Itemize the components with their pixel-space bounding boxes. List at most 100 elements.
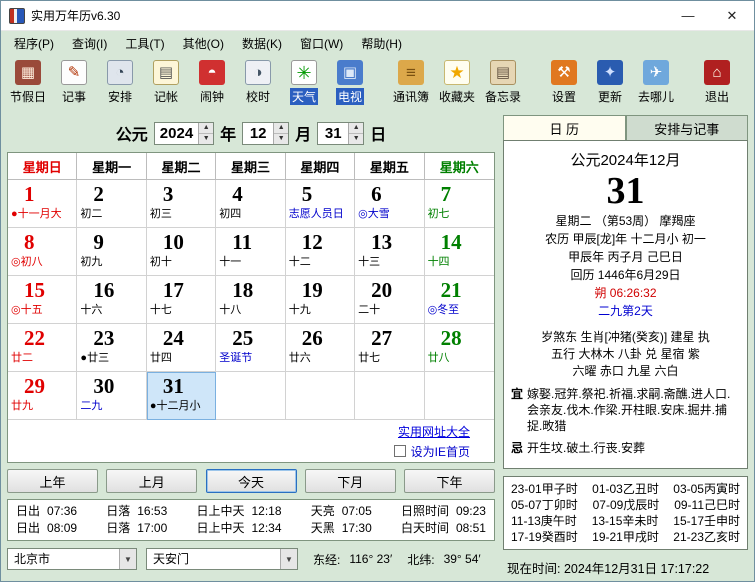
minimize-button[interactable]: — bbox=[666, 1, 710, 30]
day-cell-28[interactable]: 28 廿八 bbox=[424, 324, 494, 372]
weekday-header: 星期一 bbox=[77, 153, 147, 180]
contacts-button[interactable]: ≡ 通讯簿 bbox=[388, 58, 434, 105]
menu-item-1[interactable]: 程序(P) bbox=[5, 32, 63, 55]
sun-info-label: 日上中天 bbox=[196, 521, 245, 535]
day-spinner-buttons: ▲ ▼ bbox=[348, 122, 364, 144]
day-cell-9[interactable]: 9 初九 bbox=[77, 228, 147, 276]
day-cell-10[interactable]: 10 初十 bbox=[146, 228, 217, 276]
day-cell-17[interactable]: 17 十七 bbox=[146, 276, 217, 324]
update-button[interactable]: ✦ 更新 bbox=[587, 58, 633, 105]
place-dropdown-arrow-icon: ▼ bbox=[280, 549, 297, 569]
day-cell-7[interactable]: 7 初七 bbox=[424, 180, 494, 228]
day-cell-29[interactable]: 29 廿九 bbox=[8, 372, 78, 420]
year-down-button[interactable]: ▼ bbox=[199, 133, 214, 144]
day-cell-27[interactable]: 27 廿七 bbox=[355, 324, 425, 372]
alarm-button[interactable]: ◓ 闹钟 bbox=[189, 58, 235, 105]
calendar-grid: 星期日 星期一 星期二 星期三 星期四 星期五 星期六 1 ●十一月大 2 初二 3 初三 4 初四 5 志愿人… bbox=[8, 153, 494, 420]
day-cell-15[interactable]: 15 ◎十五 bbox=[8, 276, 78, 324]
day-cell-18[interactable]: 18 十八 bbox=[216, 276, 286, 324]
url-collection-link[interactable]: 实用网址大全 bbox=[398, 423, 470, 440]
settings-button[interactable]: ⚒ 设置 bbox=[541, 58, 587, 105]
day-cell-13[interactable]: 13 十三 bbox=[355, 228, 425, 276]
prev-year-button[interactable]: 上年 bbox=[7, 469, 98, 493]
next-month-button[interactable]: 下月 bbox=[304, 469, 396, 493]
menu-item-2[interactable]: 查询(I) bbox=[63, 32, 116, 55]
exit-button[interactable]: ⌂ 退出 bbox=[694, 58, 740, 105]
sun-info-item: 日出 07:36 bbox=[16, 503, 77, 520]
day-cell-5[interactable]: 5 志愿人员日 bbox=[285, 180, 356, 228]
day-cell-31[interactable]: 31 ●十二月小 bbox=[146, 372, 217, 420]
day-cell-16[interactable]: 16 十六 bbox=[77, 276, 147, 324]
month-down-button[interactable]: ▼ bbox=[274, 133, 289, 144]
city-select-value: 北京市 bbox=[14, 552, 51, 566]
hour-cell: 03-05丙寅时 bbox=[673, 482, 740, 496]
prev-month-button[interactable]: 上月 bbox=[106, 469, 198, 493]
day-sublabel: 十七 bbox=[149, 304, 172, 316]
month-input[interactable]: 12 bbox=[243, 123, 273, 144]
year-input[interactable]: 2024 bbox=[155, 123, 198, 144]
day-input[interactable]: 31 bbox=[318, 123, 348, 144]
contacts-label: 通讯簿 bbox=[392, 90, 429, 104]
holiday-button[interactable]: ▦ 节假日 bbox=[5, 58, 51, 105]
alarm-icon: ◓ bbox=[199, 60, 225, 85]
month-up-button[interactable]: ▲ bbox=[274, 122, 289, 134]
location-row: 北京市 ▼ 天安门 ▼ 东经: 116° 23′ 北纬: 39° 54′ bbox=[7, 548, 495, 570]
day-cell-6[interactable]: 6 ◎大雪 bbox=[355, 180, 425, 228]
sun-info-value: 17:00 bbox=[137, 521, 168, 535]
day-cell-20[interactable]: 20 二十 bbox=[355, 276, 425, 324]
hour-cell: 09-11己巳时 bbox=[674, 498, 740, 512]
place-select[interactable]: 天安门 ▼ bbox=[146, 548, 298, 570]
day-number: 25 bbox=[232, 326, 254, 350]
city-select[interactable]: 北京市 ▼ bbox=[7, 548, 137, 570]
travel-button[interactable]: ✈ 去哪儿 bbox=[633, 58, 679, 105]
day-cell-21[interactable]: 21 ◎冬至 bbox=[424, 276, 494, 324]
day-cell-3[interactable]: 3 初三 bbox=[146, 180, 217, 228]
day-cell-8[interactable]: 8 ◎初八 bbox=[8, 228, 78, 276]
day-cell-1[interactable]: 1 ●十一月大 bbox=[8, 180, 78, 228]
day-cell-24[interactable]: 24 廿四 bbox=[146, 324, 217, 372]
menu-item-6[interactable]: 窗口(W) bbox=[291, 32, 352, 55]
nav-row: 上年 上月 今天 下月 下年 bbox=[7, 469, 495, 493]
tab-calendar[interactable]: 日 历 bbox=[503, 115, 626, 140]
weather-button[interactable]: ✳ 天气 bbox=[281, 58, 327, 105]
menu-item-7[interactable]: 帮助(H) bbox=[352, 32, 411, 55]
note-button[interactable]: ✎ 记事 bbox=[51, 58, 97, 105]
day-sublabel: 初九 bbox=[80, 256, 103, 268]
detail-nine-period: 二九第2天 bbox=[598, 304, 653, 318]
window-title: 实用万年历v6.30 bbox=[31, 9, 121, 23]
sun-info-value: 08:51 bbox=[455, 521, 486, 535]
today-button[interactable]: 今天 bbox=[205, 469, 297, 493]
month-spinner: 12 ▲ ▼ bbox=[242, 121, 290, 145]
close-button[interactable]: ✕ bbox=[710, 1, 754, 30]
year-up-button[interactable]: ▲ bbox=[199, 122, 214, 134]
favorites-button[interactable]: ★ 收藏夹 bbox=[434, 58, 480, 105]
schedule-button[interactable]: ◔ 安排 bbox=[97, 58, 143, 105]
detail-week-line: 星期二 （第53周） 摩羯座 bbox=[555, 214, 696, 228]
day-cell-22[interactable]: 22 廿二 bbox=[8, 324, 78, 372]
tab-schedule[interactable]: 安排与记事 bbox=[625, 115, 748, 140]
menu-item-4[interactable]: 其他(O) bbox=[174, 32, 233, 55]
day-cell-11[interactable]: 11 十一 bbox=[216, 228, 286, 276]
memo-button[interactable]: ▤ 备忘录 bbox=[480, 58, 526, 105]
next-year-button[interactable]: 下年 bbox=[404, 469, 495, 493]
day-down-button[interactable]: ▼ bbox=[349, 133, 364, 144]
day-cell-14[interactable]: 14 十四 bbox=[424, 228, 494, 276]
menu-item-5[interactable]: 数据(K) bbox=[233, 32, 291, 55]
day-cell-30[interactable]: 30 二九 bbox=[77, 372, 147, 420]
day-cell-23[interactable]: 23 ●廿三 bbox=[77, 324, 147, 372]
day-up-button[interactable]: ▲ bbox=[349, 122, 364, 134]
day-sublabel: 十一 bbox=[219, 256, 242, 268]
day-cell-12[interactable]: 12 十二 bbox=[285, 228, 356, 276]
menu-item-3[interactable]: 工具(T) bbox=[116, 32, 173, 55]
ie-home-checkbox[interactable] bbox=[393, 445, 406, 457]
day-cell-19[interactable]: 19 十九 bbox=[285, 276, 356, 324]
tv-button[interactable]: ▣ 电视 bbox=[327, 58, 373, 105]
timesync-button[interactable]: ◑ 校时 bbox=[235, 58, 281, 105]
day-cell-25[interactable]: 25 圣诞节 bbox=[216, 324, 286, 372]
account-button[interactable]: ▤ 记帐 bbox=[143, 58, 189, 105]
main-content: 公元 2024 ▲ ▼ 年 12 ▲ ▼ 月 31 ▲ ▼ 日 星期日 星期一 … bbox=[1, 113, 754, 581]
day-cell-26[interactable]: 26 廿六 bbox=[285, 324, 356, 372]
day-cell-2[interactable]: 2 初二 bbox=[77, 180, 147, 228]
day-cell-4[interactable]: 4 初四 bbox=[216, 180, 286, 228]
longitude-value: 116° 23′ bbox=[349, 552, 393, 566]
